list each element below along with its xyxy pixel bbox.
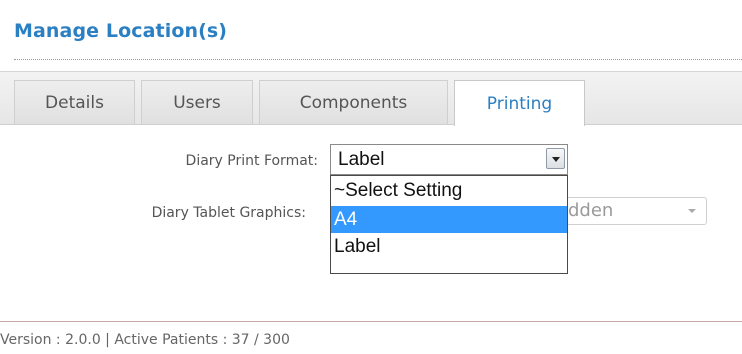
chevron-down-icon[interactable] (688, 209, 696, 213)
dropdown-option-select-setting[interactable]: ~Select Setting (331, 176, 567, 206)
footer-divider (0, 321, 742, 322)
diary-tablet-graphics-value: dden (568, 200, 614, 221)
page-title: Manage Location(s) (14, 20, 228, 42)
dropdown-option-a4[interactable]: A4 (331, 206, 567, 233)
tab-components[interactable]: Components (259, 80, 448, 124)
manage-locations-page: Manage Location(s) Details Users Compone… (0, 0, 742, 354)
title-divider (14, 59, 742, 60)
diary-print-format-value: Label (338, 149, 385, 170)
tab-users[interactable]: Users (141, 80, 253, 124)
chevron-down-icon[interactable] (546, 148, 565, 169)
tab-printing[interactable]: Printing (454, 80, 585, 126)
diary-print-format-select[interactable]: Label (330, 144, 568, 175)
diary-print-format-label: Diary Print Format: (185, 153, 318, 169)
diary-tablet-graphics-label: Diary Tablet Graphics: (151, 205, 306, 221)
dropdown-option-label[interactable]: Label (331, 233, 567, 260)
footer-status: Version : 2.0.0 | Active Patients : 37 /… (0, 332, 290, 348)
tab-details[interactable]: Details (14, 80, 135, 124)
tab-bar: Details Users Components Printing (0, 71, 742, 126)
diary-print-format-dropdown-list[interactable]: ~Select Setting A4 Label (330, 175, 568, 274)
